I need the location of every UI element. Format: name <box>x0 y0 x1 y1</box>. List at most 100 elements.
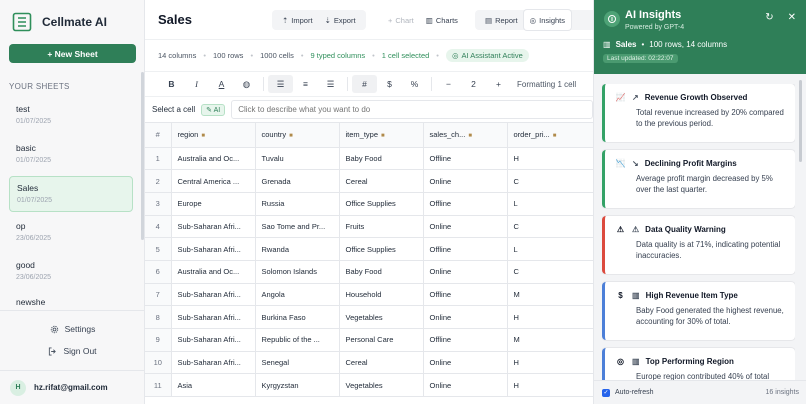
percent-format-button[interactable]: % <box>402 75 427 93</box>
signout-button[interactable]: Sign Out <box>0 340 145 362</box>
table-cell[interactable]: Baby Food <box>339 147 424 171</box>
sheet-item-test[interactable]: test 01/07/2025 <box>9 98 133 134</box>
table-cell[interactable]: Online <box>423 169 508 193</box>
add-chart-button[interactable]: + Chart <box>382 10 420 30</box>
describe-input[interactable] <box>231 100 593 119</box>
column-header-sales-channel[interactable]: sales_ch... ■ <box>423 123 508 148</box>
table-cell[interactable]: Angola <box>255 283 340 307</box>
increase-decimals-button[interactable]: + <box>486 75 511 93</box>
table-cell[interactable]: Online <box>423 260 508 284</box>
italic-button[interactable]: I <box>184 75 209 93</box>
sheet-item-newshe[interactable]: newshe <box>9 293 133 307</box>
sheet-item-basic[interactable]: basic 01/07/2025 <box>9 137 133 173</box>
table-cell[interactable]: Online <box>423 305 508 329</box>
insights-button[interactable]: ◎ Insights <box>523 10 572 30</box>
new-sheet-button[interactable]: + New Sheet <box>9 44 136 63</box>
table-cell[interactable]: L <box>507 237 593 261</box>
report-button[interactable]: ▤ Report <box>479 10 524 30</box>
table-cell[interactable]: Europe <box>171 192 256 216</box>
table-cell[interactable]: H <box>507 147 593 171</box>
decrease-decimals-button[interactable]: − <box>436 75 461 93</box>
import-button[interactable]: ⇡ Import <box>276 10 319 30</box>
table-cell[interactable]: Sub-Saharan Afri... <box>171 283 256 307</box>
column-header-item-type[interactable]: item_type ■ <box>339 123 424 148</box>
user-profile[interactable]: H hz.rifat@gmail.com <box>0 370 145 404</box>
align-center-button[interactable]: ≡ <box>293 75 318 93</box>
table-cell[interactable]: H <box>507 305 593 329</box>
sheet-item-good[interactable]: good 23/06/2025 <box>9 254 133 290</box>
table-cell[interactable]: Rwanda <box>255 237 340 261</box>
table-cell[interactable]: Offline <box>423 192 508 216</box>
insight-card[interactable]: 📉 ↘ Declining Profit Margins Average profit… <box>602 150 795 208</box>
table-cell[interactable]: Central America ... <box>171 169 256 193</box>
table-cell[interactable]: Sub-Saharan Afri... <box>171 237 256 261</box>
insights-scrollbar[interactable] <box>799 80 802 162</box>
number-format-button[interactable]: # <box>352 75 377 93</box>
insight-card[interactable]: $ ▥ High Revenue Item Type Baby Food genera… <box>602 282 795 340</box>
table-cell[interactable]: Asia <box>171 373 256 398</box>
table-cell[interactable]: L <box>507 192 593 216</box>
table-cell[interactable]: Office Supplies <box>339 192 424 216</box>
font-color-button[interactable]: A <box>209 75 234 93</box>
table-cell[interactable]: Russia <box>255 192 340 216</box>
table-cell[interactable]: Tuvalu <box>255 147 340 171</box>
table-cell[interactable]: Grenada <box>255 169 340 193</box>
table-cell[interactable]: Offline <box>423 147 508 171</box>
table-cell[interactable]: Personal Care <box>339 328 424 352</box>
table-cell[interactable]: Sub-Saharan Afri... <box>171 215 256 239</box>
table-cell[interactable]: Offline <box>423 328 508 352</box>
table-cell[interactable]: Fruits <box>339 215 424 239</box>
close-icon[interactable]: ✕ <box>788 12 796 23</box>
table-cell[interactable]: Online <box>423 215 508 239</box>
table-cell[interactable]: C <box>507 169 593 193</box>
column-header-region[interactable]: region ■ <box>171 123 256 148</box>
refresh-icon[interactable]: ↻ <box>765 12 773 23</box>
brand[interactable]: Cellmate AI <box>0 0 144 44</box>
table-cell[interactable]: Sub-Saharan Afri... <box>171 328 256 352</box>
ai-chip[interactable]: ✎ AI <box>201 103 226 116</box>
table-cell[interactable]: Kyrgyzstan <box>255 373 340 398</box>
column-header-order-priority[interactable]: order_pri... ■ <box>507 123 593 148</box>
table-cell[interactable]: Online <box>423 373 508 398</box>
table-cell[interactable]: Cereal <box>339 169 424 193</box>
insight-card[interactable]: ⚠ ⚠ Data Quality Warning Data quality is at… <box>602 216 795 274</box>
table-cell[interactable]: H <box>507 373 593 398</box>
auto-refresh-checkbox[interactable]: ✓ <box>602 388 610 397</box>
table-cell[interactable]: C <box>507 260 593 284</box>
sheet-item-sales[interactable]: Sales 01/07/2025 <box>9 176 133 212</box>
align-right-button[interactable]: ☰ <box>318 75 343 93</box>
table-cell[interactable]: Sub-Saharan Afri... <box>171 305 256 329</box>
sheet-item-op[interactable]: op 23/06/2025 <box>9 215 133 251</box>
table-cell[interactable]: M <box>507 328 593 352</box>
table-cell[interactable]: Vegetables <box>339 305 424 329</box>
table-cell[interactable]: Australia and Oc... <box>171 147 256 171</box>
table-cell[interactable]: Burkina Faso <box>255 305 340 329</box>
table-cell[interactable]: Australia and Oc... <box>171 260 256 284</box>
table-cell[interactable]: Household <box>339 283 424 307</box>
table-cell[interactable]: Senegal <box>255 351 340 375</box>
table-cell[interactable]: H <box>507 351 593 375</box>
table-cell[interactable]: Sub-Saharan Afri... <box>171 351 256 375</box>
table-cell[interactable]: Office Supplies <box>339 237 424 261</box>
export-button[interactable]: ⇣ Export <box>319 10 362 30</box>
table-cell[interactable]: Republic of the ... <box>255 328 340 352</box>
table-cell[interactable]: C <box>507 215 593 239</box>
bold-button[interactable]: B <box>159 75 184 93</box>
charts-button[interactable]: ▥ Charts <box>420 10 464 30</box>
table-cell[interactable]: Baby Food <box>339 260 424 284</box>
table-cell[interactable]: Solomon Islands <box>255 260 340 284</box>
settings-button[interactable]: Settings <box>0 318 145 340</box>
table-cell[interactable]: M <box>507 283 593 307</box>
table-cell[interactable]: Sao Tome and Pr... <box>255 215 340 239</box>
table-cell[interactable]: Offline <box>423 237 508 261</box>
table-cell[interactable]: Vegetables <box>339 373 424 398</box>
currency-format-button[interactable]: $ <box>377 75 402 93</box>
table-cell[interactable]: Offline <box>423 283 508 307</box>
table-cell[interactable]: Cereal <box>339 351 424 375</box>
table-cell[interactable]: Online <box>423 351 508 375</box>
fill-color-button[interactable]: ◍ <box>234 75 259 93</box>
align-left-button[interactable]: ☰ <box>268 75 293 93</box>
insight-card[interactable]: ◎ ▥ Top Performing Region Europe region con… <box>602 348 795 380</box>
column-header-country[interactable]: country ■ <box>255 123 340 148</box>
insight-card[interactable]: 📈 ↗ Revenue Growth Observed Total revenue i… <box>602 84 795 142</box>
